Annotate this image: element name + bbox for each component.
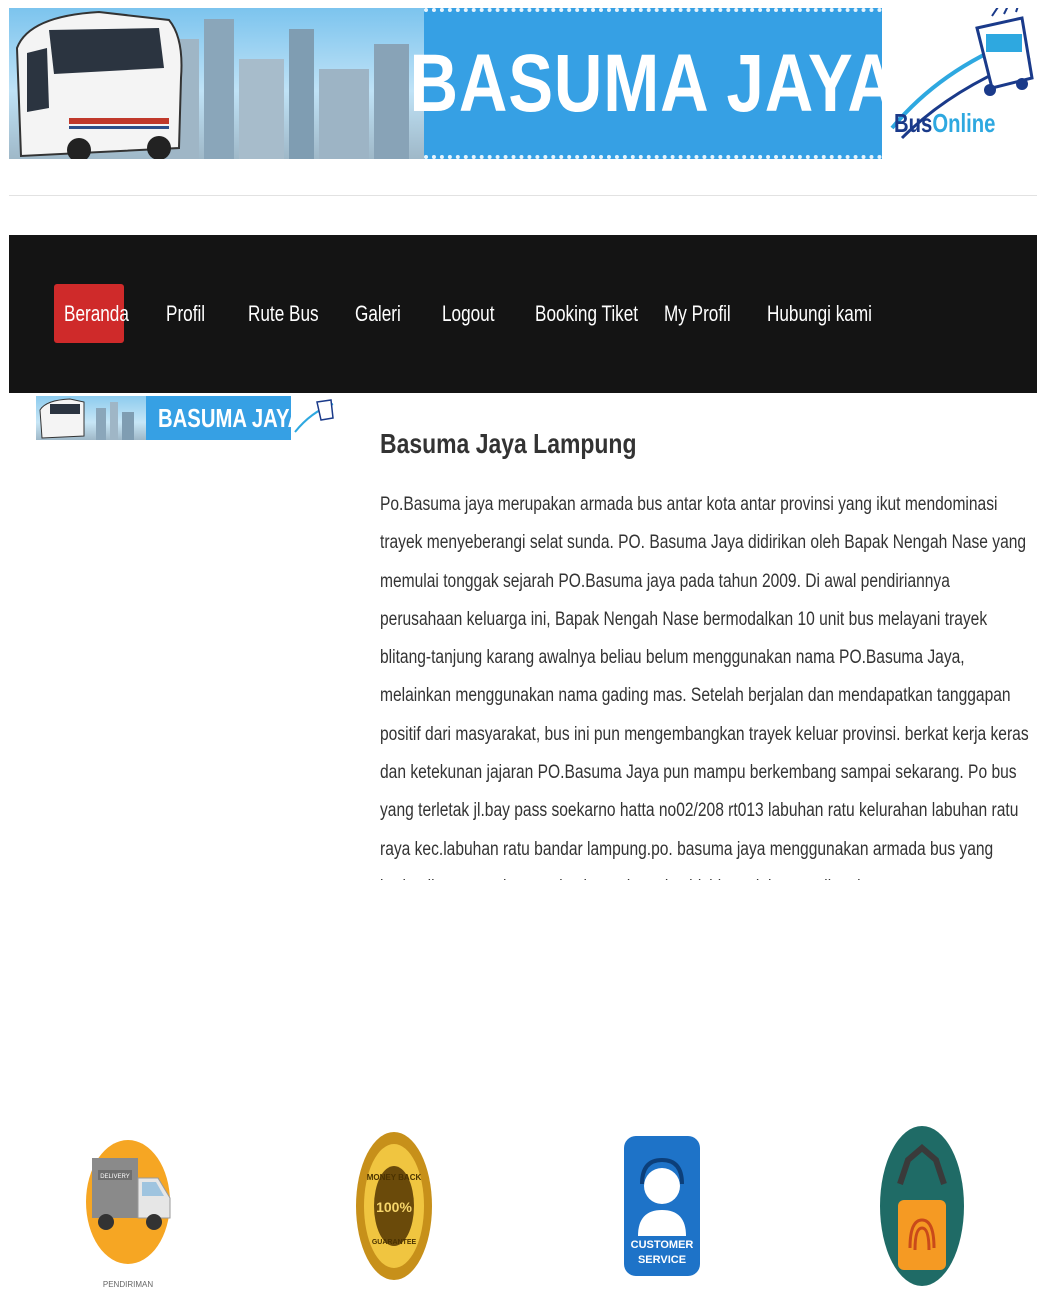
mini-bus-swoosh-icon bbox=[294, 399, 334, 433]
svg-text:SERVICE: SERVICE bbox=[638, 1254, 686, 1266]
money-back-guarantee-icon: MONEY BACK 100% GUARANTEE bbox=[356, 1132, 432, 1280]
busonline-logo[interactable]: BusOnline bbox=[882, 8, 1037, 159]
nav-logout[interactable]: Logout bbox=[432, 284, 519, 343]
svg-text:100%: 100% bbox=[376, 1199, 412, 1215]
article-container: Po.Basuma jaya merupakan armada bus anta… bbox=[380, 480, 1037, 880]
svg-text:MONEY BACK: MONEY BACK bbox=[367, 1173, 422, 1182]
svg-text:GUARANTEE: GUARANTEE bbox=[372, 1239, 417, 1246]
padlock-fingerprint-icon bbox=[880, 1126, 964, 1286]
svg-text:DELIVERY: DELIVERY bbox=[100, 1174, 130, 1180]
nav-galeri[interactable]: Galeri bbox=[345, 284, 424, 343]
header-divider bbox=[9, 195, 1037, 196]
mini-bus-photo bbox=[36, 396, 146, 440]
mini-logo bbox=[291, 396, 336, 440]
main-navbar: Beranda Profil Rute Bus Galeri Logout Bo… bbox=[9, 235, 1037, 393]
site-title: BASUMA JAYA bbox=[409, 37, 897, 129]
customer-service-icon: CUSTOMER SERVICE bbox=[624, 1136, 700, 1276]
feature-delivery: DELIVERY PENDIRIMAN bbox=[78, 1120, 178, 1292]
nav-hubungi-kami[interactable]: Hubungi kami bbox=[757, 284, 912, 343]
nav-beranda[interactable]: Beranda bbox=[54, 284, 129, 343]
svg-text:CUSTOMER: CUSTOMER bbox=[631, 1239, 694, 1251]
bus-icon bbox=[15, 10, 183, 159]
feature-guarantee: MONEY BACK 100% GUARANTEE bbox=[344, 1120, 444, 1292]
feature-customer-service: CUSTOMER SERVICE bbox=[612, 1120, 712, 1292]
header-banner: BASUMA JAYA BusOnline bbox=[9, 8, 1037, 159]
nav-profil[interactable]: Profil bbox=[156, 284, 226, 343]
nav-my-profil[interactable]: My Profil bbox=[654, 284, 760, 343]
feature-security bbox=[872, 1120, 972, 1292]
mini-banner-title: BASUMA JAYA bbox=[158, 403, 303, 433]
logo-text: BusOnline bbox=[894, 108, 996, 138]
nav-rute-bus[interactable]: Rute Bus bbox=[238, 284, 349, 343]
mini-bus-icon bbox=[39, 398, 134, 440]
banner-title-area: BASUMA JAYA bbox=[409, 8, 896, 159]
sidebar-mini-banner: BASUMA JAYA bbox=[36, 396, 336, 440]
article-title: Basuma Jaya Lampung bbox=[380, 428, 637, 459]
article-body: Po.Basuma jaya merupakan armada bus anta… bbox=[380, 494, 1029, 880]
feature-delivery-caption: PENDIRIMAN bbox=[102, 1280, 154, 1289]
bus-city-photo bbox=[9, 8, 424, 159]
delivery-truck-icon: DELIVERY bbox=[86, 1140, 171, 1264]
